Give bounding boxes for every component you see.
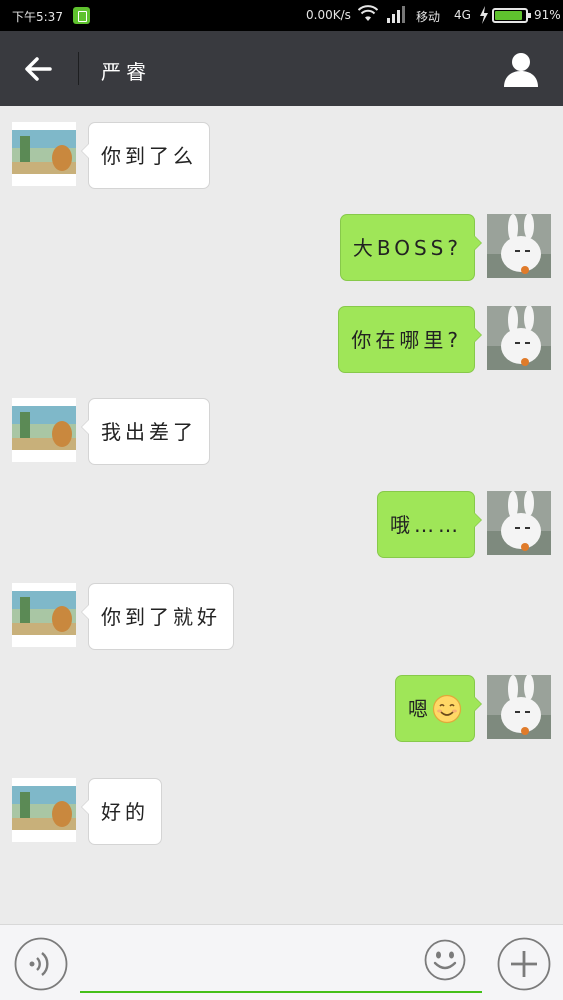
contact-avatar[interactable] [12,122,76,186]
smiley-face-icon [432,694,462,723]
message-bubble[interactable]: 我出差了 [81,398,210,465]
my-avatar[interactable] [487,306,551,370]
chat-header: 严睿 [0,31,563,106]
message-text: 好的 [101,800,149,824]
message-text: 嗯 [408,697,432,721]
network-speed: 0.00K/s [306,8,351,22]
battery-percent: 91% [534,8,561,22]
message-bubble[interactable]: 你到了么 [81,122,210,189]
message-bubble[interactable]: 嗯 [395,675,482,742]
message-row-outgoing: 你在哪里? [0,306,563,376]
wifi-icon [358,5,378,21]
carrier-name: 移动 [416,10,441,24]
chat-title: 严睿 [101,60,151,84]
message-text: 你到了么 [101,144,197,168]
charging-icon [480,6,488,24]
message-row-outgoing: 哦…… [0,491,563,561]
network-type: 4G [454,8,471,22]
cell-signal-icon [387,6,405,23]
message-row-incoming: 你到了就好 [0,583,563,653]
contact-avatar[interactable] [12,398,76,462]
message-text: 我出差了 [101,420,197,444]
emoji-face-icon[interactable] [424,939,466,981]
status-bar: 下午5:37 0.00K/s 移动 4G 91% [0,0,563,31]
message-row-incoming: 你到了么 [0,122,563,192]
message-row-outgoing: 大BOSS? [0,214,563,284]
battery-icon [492,8,531,23]
message-bubble[interactable]: 你到了就好 [81,583,234,650]
contact-avatar[interactable] [12,583,76,647]
my-avatar[interactable] [487,214,551,278]
message-text: 大BOSS? [352,236,462,260]
message-bubble[interactable]: 你在哪里? [338,306,482,373]
message-text: 哦…… [390,513,462,537]
message-row-outgoing: 嗯 [0,675,563,745]
message-row-incoming: 好的 [0,778,563,848]
message-bubble[interactable]: 好的 [81,778,162,845]
message-list[interactable]: 你到了么 大BOSS? 你在哪里? 我出差了 哦…… 你到了就好 嗯 好的 [0,106,563,924]
input-bar [0,924,563,1000]
status-time: 下午5:37 [12,10,63,24]
contact-avatar[interactable] [12,778,76,842]
header-divider [78,52,79,85]
notification-app-icon [73,7,90,24]
message-input[interactable] [80,939,482,993]
message-bubble[interactable]: 哦…… [377,491,482,558]
message-text: 你在哪里? [351,328,462,352]
person-icon[interactable] [500,49,542,89]
plus-icon[interactable] [497,937,551,991]
voice-input-icon[interactable] [14,937,68,991]
arrow-left-icon[interactable] [18,49,58,89]
my-avatar[interactable] [487,491,551,555]
message-bubble[interactable]: 大BOSS? [339,214,483,281]
battery-fill [495,11,523,20]
message-row-incoming: 我出差了 [0,398,563,468]
my-avatar[interactable] [487,675,551,739]
message-text: 你到了就好 [101,605,221,629]
